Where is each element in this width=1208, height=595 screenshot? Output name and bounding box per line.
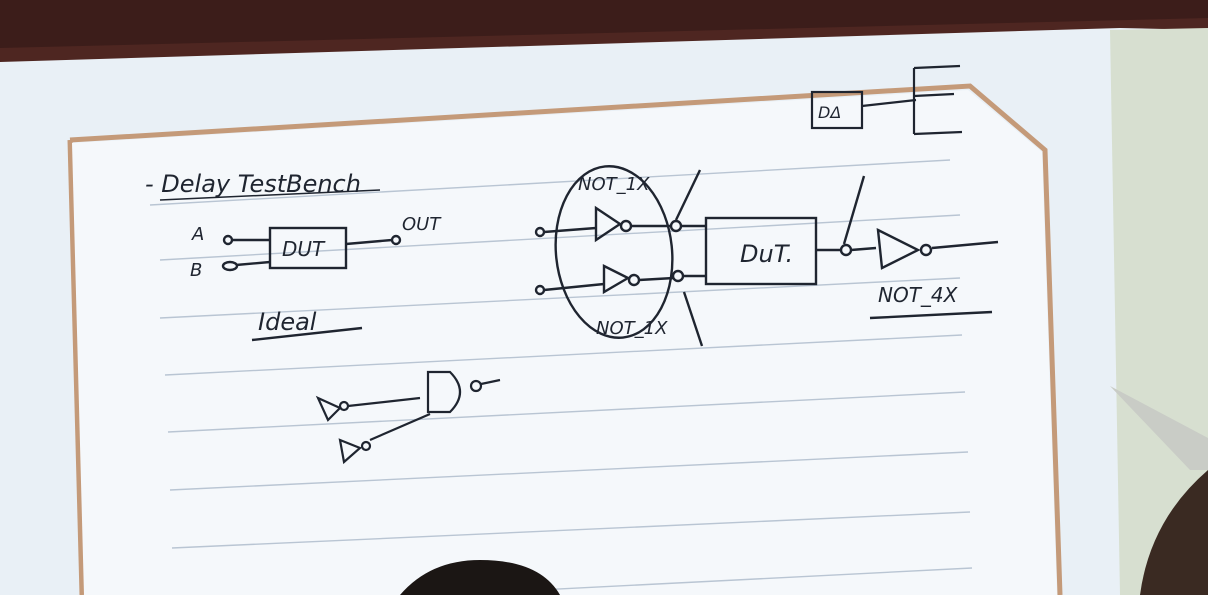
ideal-label: Ideal xyxy=(258,308,317,336)
left-dut-label: DUT xyxy=(282,237,326,261)
corner-box-label: DΔ xyxy=(818,103,841,122)
title-text: - Delay TestBench xyxy=(145,170,361,198)
photo-scene: - Delay TestBench A B DUT OUT Ideal NOT_… xyxy=(0,0,1208,595)
out-label: OUT xyxy=(402,214,442,235)
not-out-label: NOT_4X xyxy=(878,283,959,307)
page-surface xyxy=(72,90,1057,595)
input-a-label: A xyxy=(191,224,204,245)
input-b-label: B xyxy=(190,260,202,281)
right-dut-label: DuT. xyxy=(740,240,793,268)
